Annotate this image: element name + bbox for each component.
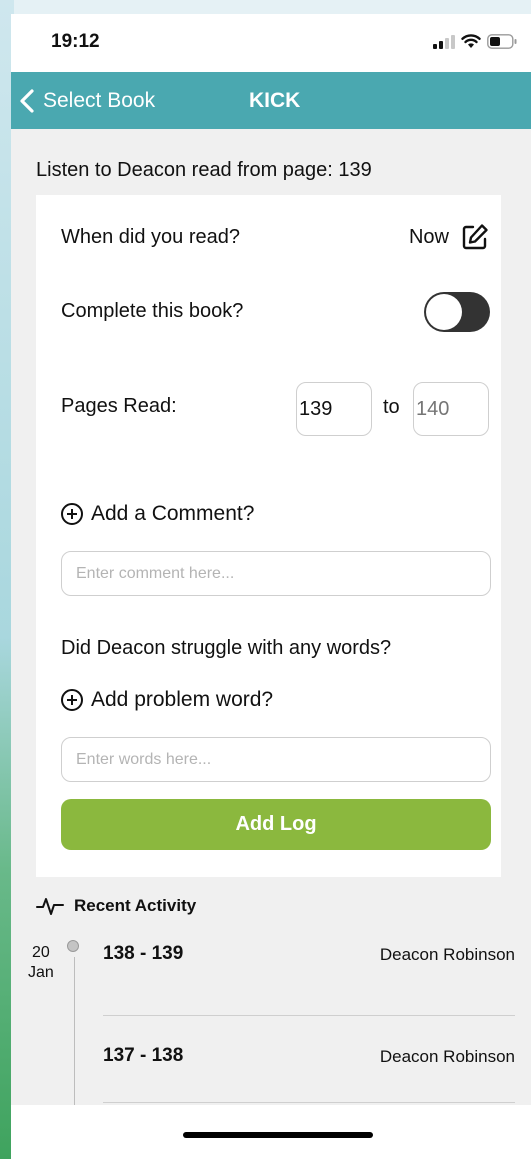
struggle-question: Did Deacon struggle with any words? [61,637,392,659]
home-indicator-area [11,1105,531,1159]
page-to-input[interactable] [413,382,489,436]
add-log-button[interactable]: Add Log [61,799,491,850]
activity-date-day: 20 [32,944,50,961]
add-problem-word-button[interactable]: Add problem word? [61,688,273,712]
activity-entry-range[interactable]: 138 - 139 [103,943,183,965]
pages-read-label: Pages Read: [61,395,177,417]
nav-bar: Select Book KICK [11,72,531,129]
page-from-input[interactable] [296,382,372,436]
add-comment-label: Add a Comment? [91,502,255,525]
home-indicator[interactable] [183,1132,373,1138]
to-label: to [383,396,400,418]
activity-entry-reader: Deacon Robinson [379,1047,515,1066]
when-label: When did you read? [61,226,241,248]
add-comment-button[interactable]: Add a Comment? [61,502,254,526]
back-button[interactable]: Select Book [19,72,155,129]
when-value: Now [408,225,449,248]
activity-date-month: Jan [28,964,54,981]
activity-divider [103,1102,515,1103]
activity-entry-reader: Deacon Robinson [379,945,515,964]
timeline-line [74,957,75,1107]
complete-book-label: Complete this book? [61,300,244,322]
plus-circle-icon [61,503,83,525]
activity-divider [103,1015,515,1016]
chevron-left-icon [20,88,34,113]
edit-icon [462,224,488,250]
status-icons [433,34,517,49]
cellular-signal-icon [433,35,455,49]
activity-entry-range[interactable]: 137 - 138 [103,1045,183,1067]
problem-words-input[interactable] [61,737,491,782]
log-form-card: When did you read? Now Complete this boo… [36,195,501,877]
comment-input[interactable] [61,551,491,596]
back-button-label: Select Book [43,88,156,112]
timeline-dot [67,940,79,952]
listen-prompt: Listen to Deacon read from page: 139 [36,159,372,181]
plus-circle-icon [61,689,83,711]
activity-pulse-icon [36,898,64,915]
background-top [0,0,531,14]
complete-book-toggle[interactable] [424,292,490,332]
nav-title: KICK [249,89,301,112]
battery-icon [487,34,517,49]
wifi-icon [461,34,481,48]
recent-activity-header: Recent Activity [36,896,196,916]
when-value-button[interactable]: Now [409,223,489,251]
phone-screen: 19:12 Select Book KICK Listen to Deacon … [11,14,531,1159]
status-time: 19:12 [51,31,100,52]
status-bar: 19:12 [11,14,531,72]
toggle-knob [426,294,462,330]
add-problem-word-label: Add problem word? [91,688,274,711]
recent-activity-title: Recent Activity [74,896,197,915]
